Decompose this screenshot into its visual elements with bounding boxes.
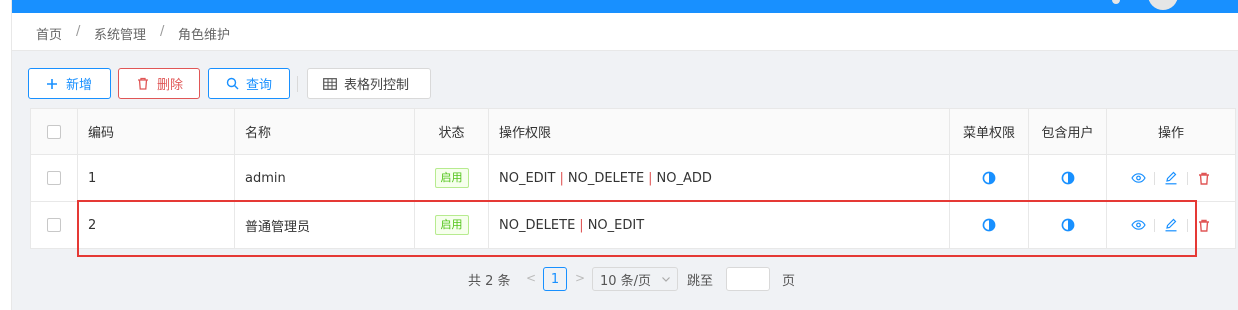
chevron-down-icon [661,273,671,288]
page-size-select[interactable]: 10 条/页 [592,267,678,291]
row-permissions: NO_DELETE | NO_EDIT [489,202,950,248]
delete-icon[interactable] [1196,217,1212,233]
operation-divider [1187,218,1188,232]
add-button-label: 新增 [66,78,93,93]
jump-page-input[interactable] [726,267,770,291]
search-icon [224,76,240,92]
sidebar-edge [0,0,12,310]
view-icon[interactable] [1130,217,1146,233]
row-code: 1 [78,155,235,201]
top-header-bar [12,0,1238,13]
table-icon [322,76,338,92]
row-status-cell: 启用 [415,155,489,201]
permission-item: NO_DELETE [499,217,576,233]
users-icon[interactable] [1061,218,1075,232]
prev-page-icon[interactable]: < [526,271,536,285]
operation-divider [1154,171,1155,185]
breadcrumb-item-role: 角色维护 [178,28,231,43]
row-name: admin [235,155,415,201]
permission-item: NO_ADD [656,170,712,186]
table-header-row: 编码 名称 状态 操作权限 菜单权限 包含用户 操作 [31,109,1235,155]
header-permissions: 操作权限 [489,109,950,154]
header-name: 名称 [235,109,415,154]
row-menu-permission-cell [950,155,1029,201]
menu-permission-icon[interactable] [982,171,996,185]
header-menu-permission: 菜单权限 [950,109,1029,154]
permission-separator: | [559,170,564,186]
view-icon[interactable] [1130,170,1146,186]
breadcrumb-separator: / [160,24,165,39]
notification-icon[interactable] [1112,0,1120,4]
header-code: 编码 [78,109,235,154]
add-button[interactable]: 新增 [28,68,111,99]
edit-icon[interactable] [1163,217,1179,233]
status-badge: 启用 [434,168,469,188]
select-all-checkbox[interactable] [47,124,61,139]
operation-divider [1187,171,1188,185]
row-checkbox[interactable] [47,171,61,185]
column-control-label: 表格列控制 [344,78,410,93]
table-row: 1 admin 启用 NO_EDIT | NO_DELETE | NO_ADD [31,155,1235,202]
row-checkbox[interactable] [47,218,61,232]
column-control-button[interactable]: 表格列控制 [307,68,431,99]
permission-separator: | [579,217,584,233]
breadcrumb-separator: / [76,24,81,39]
next-page-icon[interactable]: > [575,271,585,285]
row-users-cell [1029,155,1107,201]
page-size-value: 10 条/页 [600,273,652,289]
permission-separator: | [648,170,653,186]
row-select-cell [31,155,78,201]
menu-permission-icon[interactable] [982,218,996,232]
row-operations [1107,202,1235,248]
breadcrumb: 首页 / 系统管理 / 角色维护 [12,13,1238,51]
page-number[interactable]: 1 [543,267,567,291]
table-row: 2 普通管理员 启用 NO_DELETE | NO_EDIT [31,202,1235,248]
row-menu-permission-cell [950,202,1029,248]
jump-label: 跳至 [687,273,714,289]
edit-icon[interactable] [1163,170,1179,186]
delete-icon[interactable] [1196,170,1212,186]
toolbar-divider [297,76,298,92]
row-code: 2 [78,202,235,248]
delete-button[interactable]: 删除 [118,68,200,99]
users-icon[interactable] [1061,171,1075,185]
permission-item: NO_EDIT [499,170,556,186]
permission-item: NO_DELETE [567,170,645,186]
query-button-label: 查询 [246,78,273,93]
header-select-cell [31,109,78,154]
page-suffix-label: 页 [782,273,796,289]
breadcrumb-item-home[interactable]: 首页 [36,24,62,43]
delete-button-label: 删除 [157,78,184,93]
row-select-cell [31,202,78,248]
row-name: 普通管理员 [235,202,415,248]
operation-divider [1154,218,1155,232]
plus-icon [44,76,60,92]
pagination-total: 共 2 条 [468,273,511,289]
header-operations: 操作 [1157,126,1184,141]
query-button[interactable]: 查询 [208,68,290,99]
role-table: 编码 名称 状态 操作权限 菜单权限 包含用户 操作 1 admin 启用 NO… [30,108,1236,249]
header-status: 状态 [415,109,489,154]
status-badge: 启用 [434,215,469,235]
row-permissions: NO_EDIT | NO_DELETE | NO_ADD [489,155,950,201]
avatar[interactable] [1148,0,1178,10]
permission-item: NO_EDIT [587,217,645,233]
row-operations [1107,155,1235,201]
header-users: 包含用户 [1029,109,1107,154]
row-users-cell [1029,202,1107,248]
breadcrumb-item-system[interactable]: 系统管理 [94,24,146,43]
trash-icon [135,76,151,92]
row-status-cell: 启用 [415,202,489,248]
